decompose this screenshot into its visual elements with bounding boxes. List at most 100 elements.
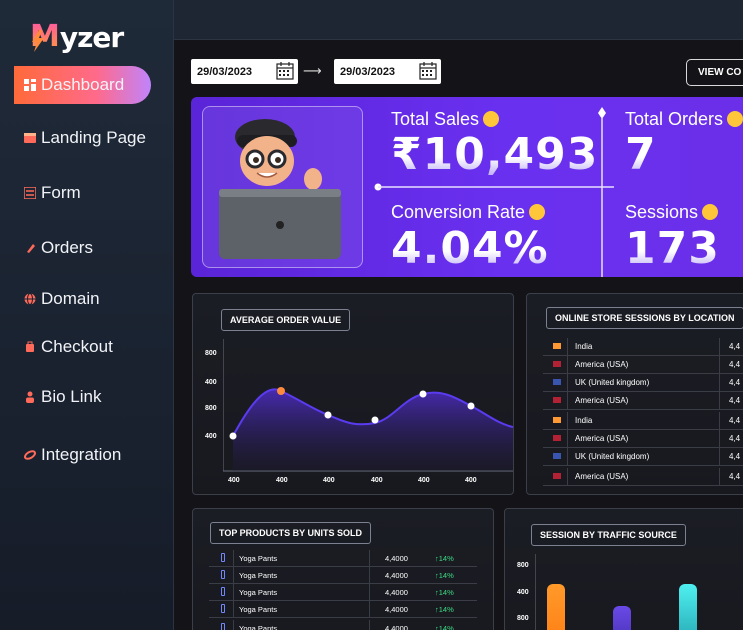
x-tick: 400 [276, 477, 288, 484]
sidebar: M yzer Dashboard Landing Page Form Order… [0, 0, 174, 630]
country-name: America (USA) [575, 396, 629, 405]
total-orders-value: 7 [625, 129, 657, 180]
sidebar-item-label: Bio Link [41, 387, 102, 406]
grid-icon [24, 79, 36, 91]
location-row: UK (United kingdom) 4,4 [543, 448, 743, 466]
country-name: America (USA) [575, 434, 629, 443]
column-divider [233, 584, 234, 600]
session-count: 4,4 [729, 378, 741, 387]
product-row: Yoga Pants 4,4000 ↑14% [209, 584, 477, 601]
conversion-rate-label-text: Conversion Rate [391, 202, 526, 222]
calendar-icon[interactable] [419, 62, 437, 80]
sidebar-item-label: Orders [41, 238, 93, 257]
sidebar-item-form[interactable]: Form [24, 181, 81, 205]
money-face-emoji-icon [483, 111, 500, 127]
flag-icon [553, 361, 561, 367]
start-date-picker[interactable]: 29/03/2023 [191, 59, 298, 84]
product-icon [221, 587, 225, 596]
session-count: 4,4 [729, 452, 741, 461]
column-divider [719, 392, 720, 409]
flag-icon [553, 379, 561, 385]
sidebar-item-label: Domain [41, 289, 100, 308]
column-divider [719, 374, 720, 391]
date-range-arrow: ⟶ [303, 63, 322, 78]
top-products-panel: TOP PRODUCTS BY UNITS SOLD Yoga Pants 4,4… [192, 508, 494, 630]
change-percent: ↑14% [435, 588, 454, 597]
country-name: America (USA) [575, 472, 629, 481]
country-name: America (USA) [575, 360, 629, 369]
units-sold: 4,4000 [385, 554, 408, 563]
sidebar-item-dashboard[interactable]: Dashboard [24, 73, 124, 97]
sidebar-item-bio-link[interactable]: Bio Link [24, 385, 101, 409]
sidebar-item-label: Integration [41, 445, 122, 464]
traffic-source-chart [535, 554, 697, 630]
product-name: Yoga Pants [239, 571, 278, 580]
column-divider [719, 338, 720, 355]
column-divider [567, 430, 568, 447]
change-percent: ↑14% [435, 605, 454, 614]
globe-icon [24, 293, 36, 305]
column-divider [719, 448, 720, 465]
total-sales-label-text: Total Sales [391, 109, 480, 129]
mind-blown-emoji-icon [702, 204, 719, 220]
panel-title: ONLINE STORE SESSIONS BY LOCATION [546, 307, 743, 329]
traffic-source-panel: SESSION BY TRAFFIC SOURCE 800 400 800 [504, 508, 743, 630]
logo-text: yzer [59, 21, 124, 54]
hero-divider-horizontal [374, 183, 614, 191]
orders-icon [27, 244, 35, 253]
column-divider [567, 392, 568, 409]
data-point-highlight [277, 387, 285, 395]
lightning-icon [32, 30, 44, 52]
x-tick: 400 [228, 477, 240, 484]
units-sold: 4,4000 [385, 605, 408, 614]
location-row: UK (United kingdom) 4,4 [543, 374, 743, 392]
avatar-card [202, 106, 363, 268]
calendar-icon[interactable] [276, 62, 294, 80]
flag-icon [553, 453, 561, 459]
x-tick: 400 [418, 477, 430, 484]
product-row: Yoga Pants 4,4000 ↑14% [209, 567, 477, 584]
flag-icon [553, 473, 561, 479]
y-tick: 800 [205, 405, 217, 412]
product-row: Yoga Pants 4,4000 ↑14% [209, 550, 477, 567]
column-divider [369, 567, 370, 583]
end-date-value: 29/03/2023 [340, 65, 396, 78]
sidebar-item-domain[interactable]: Domain [24, 287, 100, 311]
column-divider [233, 620, 234, 630]
column-divider [567, 468, 568, 485]
view-button[interactable]: VIEW CO [686, 59, 743, 86]
end-date-picker[interactable]: 29/03/2023 [334, 59, 441, 84]
mind-blown-emoji-icon [529, 204, 546, 220]
y-tick: 400 [205, 379, 217, 386]
product-icon [221, 553, 225, 562]
column-divider [567, 412, 568, 429]
column-divider [369, 601, 370, 617]
stats-hero: Total Sales ₹10,493 Conversion Rate 4.04… [191, 97, 743, 277]
form-icon [24, 187, 36, 199]
x-tick: 400 [465, 477, 477, 484]
start-date-value: 29/03/2023 [197, 65, 253, 78]
landing-page-icon [24, 133, 36, 143]
product-row: Yoga Pants 4,4000 ↑14% [209, 620, 477, 630]
product-row: Yoga Pants 4,4000 ↑14% [209, 601, 477, 618]
session-count: 4,4 [729, 472, 741, 481]
sidebar-item-integration[interactable]: Integration [24, 443, 121, 467]
sidebar-item-checkout[interactable]: Checkout [24, 335, 113, 359]
x-tick: 400 [371, 477, 383, 484]
product-icon [221, 604, 225, 613]
units-sold: 4,4000 [385, 588, 408, 597]
y-tick: 400 [517, 589, 529, 596]
sidebar-item-landing-page[interactable]: Landing Page [24, 126, 146, 150]
product-icon [221, 623, 225, 630]
checkout-icon [26, 341, 34, 352]
column-divider [567, 356, 568, 373]
column-divider [233, 601, 234, 617]
sidebar-item-orders[interactable]: Orders [24, 236, 93, 260]
bar [679, 584, 697, 630]
column-divider [233, 550, 234, 566]
location-row: India 4,4 [543, 412, 743, 430]
panel-title: TOP PRODUCTS BY UNITS SOLD [210, 522, 372, 544]
country-name: India [575, 416, 593, 425]
data-point [419, 390, 427, 398]
location-row: America (USA) 4,4 [543, 430, 743, 448]
